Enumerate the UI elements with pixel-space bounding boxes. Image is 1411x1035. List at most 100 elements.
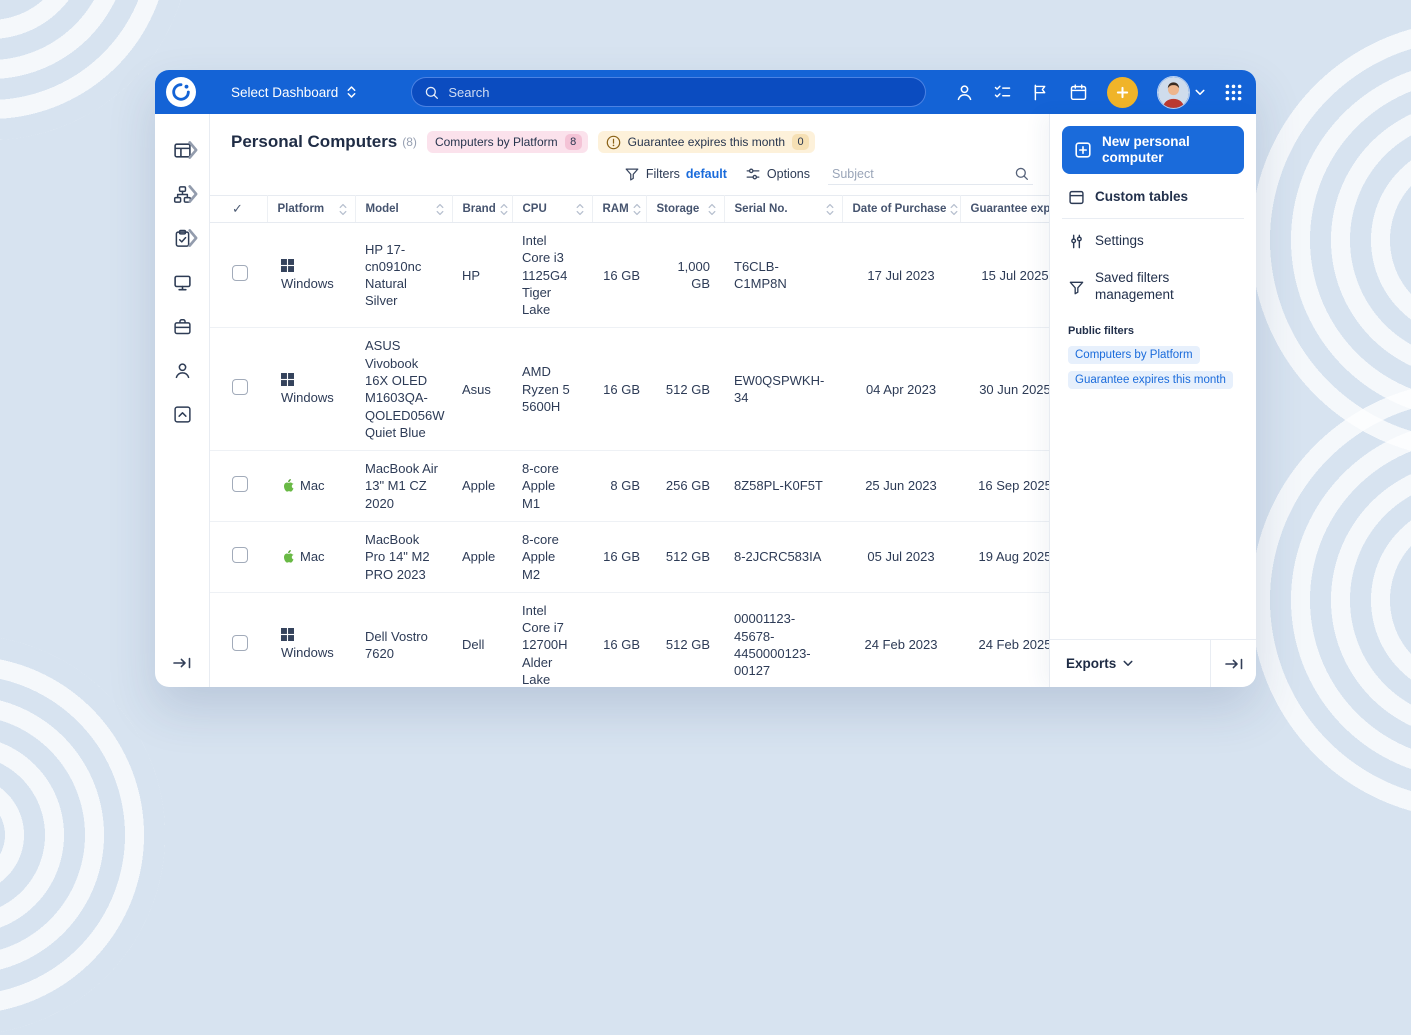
public-filter-chip[interactable]: Computers by Platform (1068, 346, 1200, 364)
filters-label: Filters (646, 167, 680, 181)
chevron-down-icon (1123, 660, 1133, 667)
computer-icon (173, 273, 192, 292)
tasks-icon[interactable] (993, 83, 1012, 102)
collapse-panel-button[interactable] (1210, 640, 1256, 687)
apps-grid-icon[interactable] (1224, 83, 1243, 102)
row-checkbox[interactable] (232, 379, 248, 395)
apple-icon (281, 549, 295, 565)
subject-search[interactable] (828, 163, 1033, 185)
left-rail-items (155, 128, 209, 436)
rail-item-person[interactable] (155, 348, 209, 392)
add-button[interactable] (1107, 77, 1138, 108)
rail-item-tables[interactable] (155, 128, 209, 172)
table-header-row: ✓PlatformModelBrandCPURAMStorageSerial N… (210, 196, 1049, 223)
table-row[interactable]: WindowsHP 17-cn0910nc Natural SilverHPIn… (210, 223, 1049, 328)
user-icon[interactable] (955, 83, 974, 102)
filter-badge[interactable]: Computers by Platform 8 (427, 131, 588, 153)
dashboard-selector[interactable]: Select Dashboard (231, 84, 357, 100)
new-personal-computer-button[interactable]: New personal computer (1062, 126, 1244, 174)
collapse-panel-icon (1224, 657, 1244, 671)
brand-cell: Apple (452, 451, 512, 522)
page-header: Personal Computers (8) Computers by Plat… (210, 114, 1049, 161)
public-filters-list: Computers by Platform Guarantee expires t… (1062, 346, 1244, 389)
sort-icon (633, 203, 641, 216)
column-header[interactable]: Date of Purchase (842, 196, 960, 223)
user-menu[interactable] (1157, 76, 1205, 109)
ram-cell: 16 GB (592, 521, 646, 592)
table-row[interactable]: WindowsASUS Vivobook 16X OLED M1603QA-QO… (210, 328, 1049, 451)
purchase-date-cell: 04 Apr 2023 (842, 328, 960, 451)
storage-cell: 512 GB (646, 521, 724, 592)
row-checkbox[interactable] (232, 547, 248, 563)
filters-control[interactable]: Filters default (624, 166, 727, 182)
saved-filters-label: Saved filters management (1095, 270, 1238, 304)
row-checkbox[interactable] (232, 265, 248, 281)
column-header[interactable]: RAM (592, 196, 646, 223)
badge-count: 8 (565, 134, 582, 150)
rail-item-computer[interactable] (155, 260, 209, 304)
options-control[interactable]: Options (745, 166, 810, 182)
table-row[interactable]: MacMacBook Pro 14" M2 PRO 2023Apple8-cor… (210, 521, 1049, 592)
column-header[interactable]: Brand (452, 196, 512, 223)
table-row[interactable]: WindowsDell Vostro 7620DellIntel Core i7… (210, 592, 1049, 687)
model-cell: ASUS Vivobook 16X OLED M1603QA-QOLED056W… (355, 328, 452, 451)
filter-badge[interactable]: Guarantee expires this month0 (598, 131, 815, 153)
collapse-icon (173, 405, 192, 424)
records-table: ✓PlatformModelBrandCPURAMStorageSerial N… (210, 195, 1049, 687)
rail-item-briefcase[interactable] (155, 304, 209, 348)
filters-default-link[interactable]: default (686, 167, 727, 181)
expand-right-icon (172, 656, 192, 670)
expand-rail-button[interactable] (155, 639, 209, 687)
column-header[interactable]: Serial No. (724, 196, 842, 223)
row-checkbox[interactable] (232, 635, 248, 651)
purchase-date-cell: 25 Jun 2023 (842, 451, 960, 522)
page-title: Personal Computers (231, 132, 397, 152)
sort-icon (339, 203, 347, 216)
logo-icon (171, 82, 191, 102)
background-rings (1245, 375, 1411, 825)
public-filter-chip[interactable]: Guarantee expires this month (1068, 371, 1233, 389)
calendar-icon[interactable] (1069, 83, 1088, 102)
avatar[interactable] (1157, 76, 1190, 109)
topbar: Select Dashboard (155, 70, 1256, 114)
rail-item-hierarchy[interactable] (155, 172, 209, 216)
column-header[interactable]: CPU (512, 196, 592, 223)
storage-cell: 512 GB (646, 328, 724, 451)
guarantee-date-cell: 15 Jul 2025 (960, 223, 1049, 328)
exports-control[interactable]: Exports (1050, 640, 1210, 687)
row-checkbox[interactable] (232, 476, 248, 492)
global-search-input[interactable] (448, 85, 913, 100)
table-row[interactable]: MacMacBook Air 13" M1 CZ 2020Apple8-core… (210, 451, 1049, 522)
search-icon (424, 85, 439, 100)
windows-icon (281, 628, 294, 641)
model-cell: Dell Vostro 7620 (355, 592, 452, 687)
flag-icon[interactable] (1031, 83, 1050, 102)
chevron-right-icon (184, 185, 203, 204)
person-icon (173, 361, 192, 380)
main-content: Personal Computers (8) Computers by Plat… (210, 114, 1049, 687)
column-header[interactable]: Model (355, 196, 452, 223)
funnel-icon (1068, 279, 1085, 296)
column-header[interactable]: Guarantee expir (960, 196, 1049, 223)
options-icon (745, 166, 761, 182)
rail-item-collapse[interactable] (155, 392, 209, 436)
cpu-cell: Intel Core i7 12700H Alder Lake (512, 592, 592, 687)
settings-item[interactable]: Settings (1062, 222, 1244, 259)
column-header[interactable]: Storage (646, 196, 724, 223)
sort-icon (826, 203, 834, 216)
saved-filters-item[interactable]: Saved filters management (1062, 259, 1244, 313)
custom-tables-item[interactable]: Custom tables (1062, 174, 1244, 215)
model-cell: MacBook Pro 14" M2 PRO 2023 (355, 521, 452, 592)
app-logo[interactable] (166, 77, 196, 107)
badge-label: Computers by Platform (435, 135, 558, 149)
global-search[interactable] (411, 77, 926, 107)
guarantee-date-cell: 24 Feb 2025 (960, 592, 1049, 687)
warning-icon (606, 135, 621, 150)
badge-label: Guarantee expires this month (628, 135, 785, 149)
custom-tables-label: Custom tables (1095, 189, 1188, 206)
column-header[interactable]: Platform (267, 196, 355, 223)
subject-search-input[interactable] (832, 167, 1008, 181)
rail-item-clipboard[interactable] (155, 216, 209, 260)
select-all-header[interactable]: ✓ (210, 196, 267, 223)
model-cell: HP 17-cn0910nc Natural Silver (355, 223, 452, 328)
